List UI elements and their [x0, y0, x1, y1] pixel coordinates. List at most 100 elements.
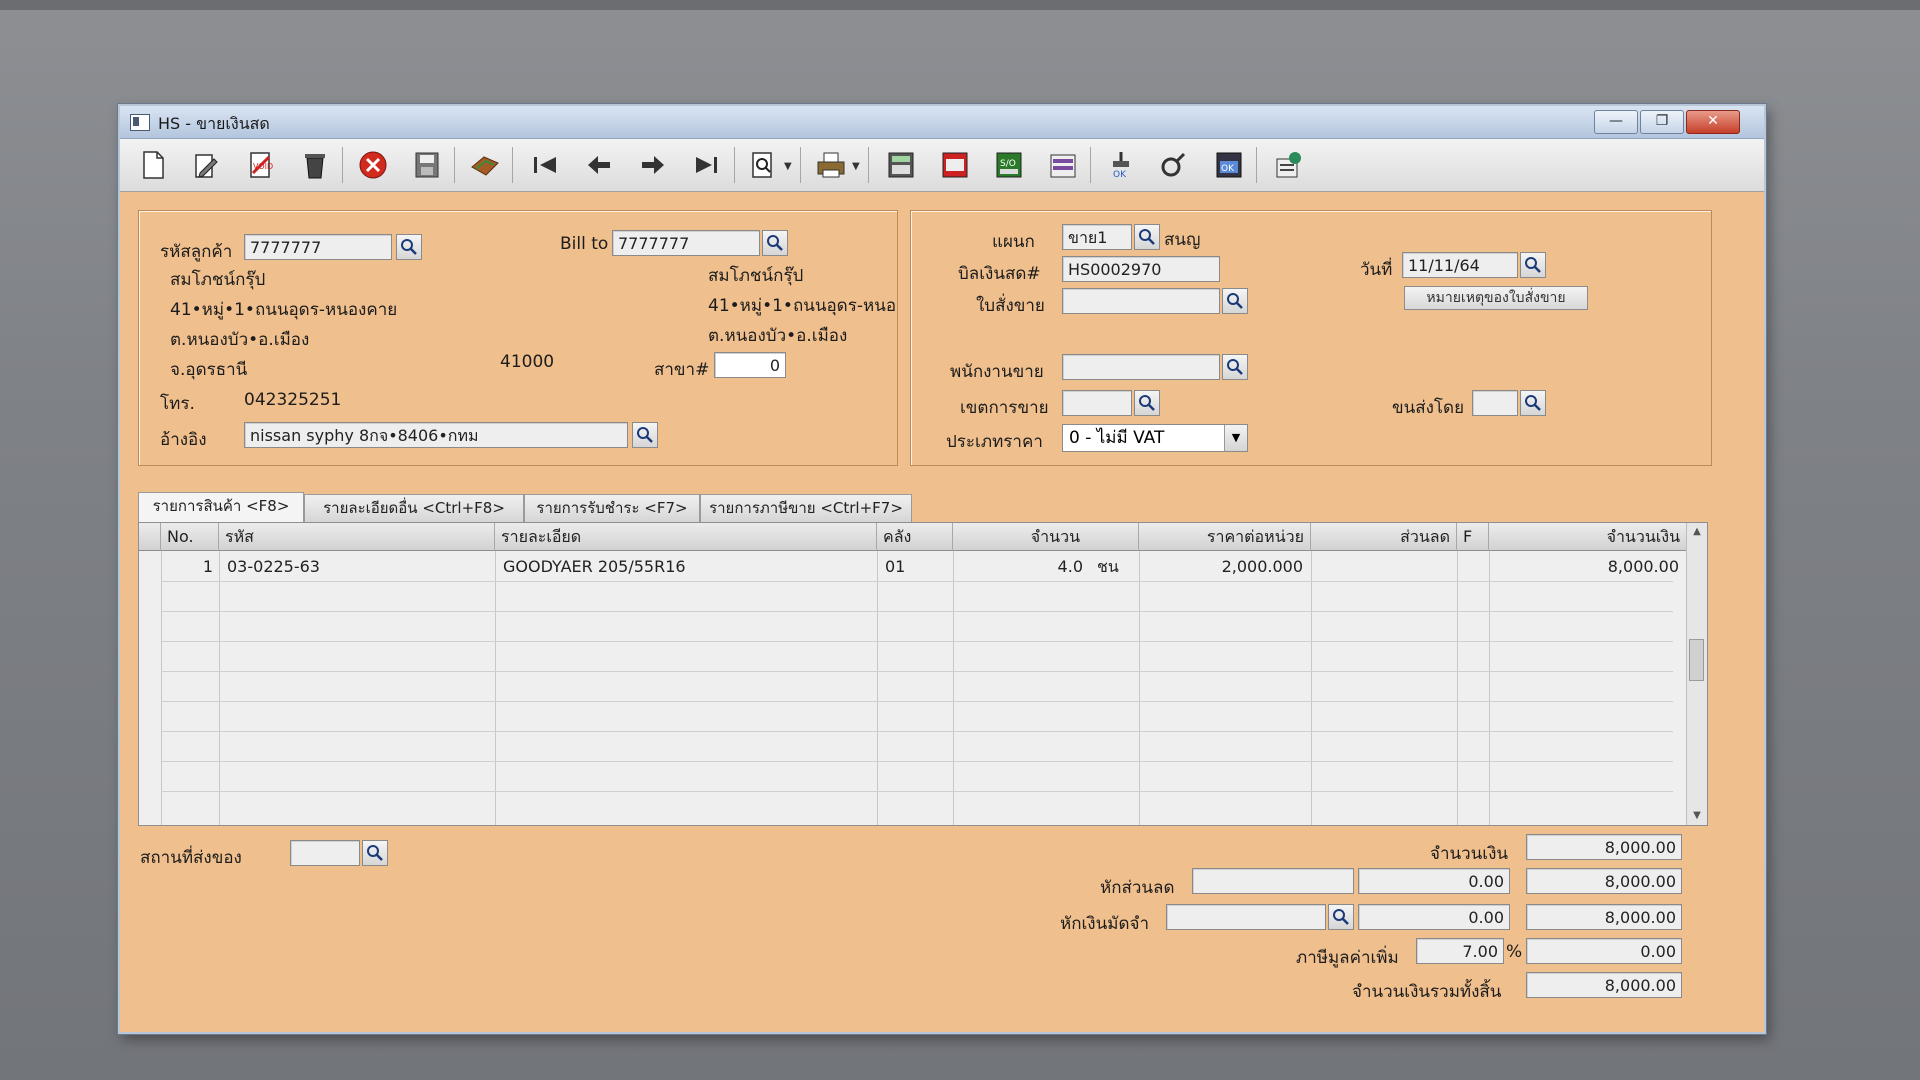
calculator-icon[interactable] — [884, 149, 918, 181]
ship-by-search-icon[interactable] — [1520, 390, 1546, 416]
approve-icon[interactable]: OK — [1104, 149, 1138, 181]
grid-scrollbar[interactable]: ▲ ▼ — [1686, 523, 1707, 825]
preview-dropdown-icon[interactable]: ▼ — [784, 161, 792, 172]
billto-field[interactable]: 7777777 — [612, 230, 760, 256]
row-quantity: 4.0 — [1057, 557, 1083, 576]
last-record-icon[interactable] — [690, 149, 724, 181]
department-search-icon[interactable] — [1134, 224, 1160, 250]
discount-amount-field[interactable]: 0.00 — [1358, 868, 1510, 894]
vat-rate-field[interactable]: 7.00 — [1416, 938, 1504, 964]
billto-label: Bill to — [560, 234, 609, 254]
export-icon[interactable] — [1272, 149, 1306, 181]
next-record-icon[interactable] — [636, 149, 670, 181]
sales-order-note-button[interactable]: หมายเหตุของใบสั่งขาย — [1404, 286, 1588, 310]
customer-code-field[interactable]: 7777777 — [244, 234, 392, 260]
print-icon[interactable] — [814, 149, 848, 181]
row-code: 03-0225-63 — [227, 557, 320, 576]
sales-area-field[interactable] — [1062, 390, 1132, 416]
scroll-thumb[interactable] — [1689, 639, 1704, 681]
window-icon — [130, 114, 150, 131]
after-deposit-field: 8,000.00 — [1526, 904, 1682, 930]
date-picker-icon[interactable] — [1520, 252, 1546, 278]
vat-percent-sign: % — [1506, 942, 1523, 962]
discount-label: หักส่วนลด — [1100, 878, 1175, 898]
price-type-select[interactable]: 0 - ไม่มี VAT ▼ — [1062, 424, 1248, 452]
previous-record-icon[interactable] — [582, 149, 616, 181]
col-header-discount[interactable]: ส่วนลด — [1311, 523, 1457, 551]
bill-number-field[interactable]: HS0002970 — [1062, 256, 1220, 282]
delete-icon[interactable] — [298, 149, 332, 181]
customer-postcode: 41000 — [500, 352, 555, 372]
col-header-no[interactable]: No. — [161, 523, 219, 551]
customer-search-icon[interactable] — [396, 234, 422, 260]
col-header-unit-price[interactable]: ราคาต่อหน่วย — [1139, 523, 1311, 551]
col-header-f[interactable]: F — [1457, 523, 1489, 551]
row-amount: 8,000.00 — [1607, 557, 1679, 576]
minimize-button[interactable]: — — [1594, 110, 1638, 134]
col-header-description[interactable]: รายละเอียด — [495, 523, 877, 551]
tab-other-details[interactable]: รายละเอียดอื่น <Ctrl+F8> — [304, 494, 524, 522]
row-warehouse: 01 — [885, 557, 906, 576]
tab-items[interactable]: รายการสินค้า <F8> — [138, 492, 304, 522]
salesperson-label: พนักงานขาย — [950, 362, 1044, 382]
ok-document-icon[interactable]: OK — [1212, 149, 1246, 181]
reference-search-icon[interactable] — [632, 422, 658, 448]
deposit-label: หักเงินมัดจำ — [1060, 914, 1149, 934]
first-record-icon[interactable] — [528, 149, 562, 181]
so-status-icon[interactable]: S/O — [992, 149, 1026, 181]
col-header-quantity[interactable]: จำนวน — [953, 523, 1139, 551]
salesperson-field[interactable] — [1062, 354, 1220, 380]
deposit-text-field[interactable] — [1166, 904, 1326, 930]
vat-value-field: 0.00 — [1526, 938, 1682, 964]
sales-area-label: เขตการขาย — [960, 398, 1049, 418]
report-icon[interactable] — [1046, 149, 1080, 181]
phone-value: 042325251 — [244, 390, 342, 410]
customer-address-2: ต.หนองบัว•อ.เมือง — [170, 330, 310, 350]
date-field[interactable]: 11/11/64 — [1402, 252, 1518, 278]
price-type-label: ประเภทราคา — [946, 432, 1043, 452]
svg-text:OK: OK — [1221, 164, 1235, 174]
tab-payments[interactable]: รายการรับชำระ <F7> — [524, 494, 700, 522]
deposit-amount-field[interactable]: 0.00 — [1358, 904, 1510, 930]
register-icon[interactable] — [938, 149, 972, 181]
reference-field[interactable]: nissan syphy 8กจ•8406•กทม — [244, 422, 628, 448]
customer-code-label: รหัสลูกค้า — [160, 242, 233, 262]
department-field[interactable]: ขาย1 — [1062, 224, 1132, 250]
save-icon[interactable] — [410, 149, 444, 181]
new-document-icon[interactable] — [136, 149, 170, 181]
svg-text:VOID: VOID — [253, 162, 273, 171]
chevron-down-icon[interactable]: ▼ — [1224, 425, 1247, 451]
salesperson-search-icon[interactable] — [1222, 354, 1248, 380]
deposit-search-icon[interactable] — [1328, 904, 1354, 930]
col-header-amount[interactable]: จำนวนเงิน — [1489, 523, 1687, 551]
sales-area-search-icon[interactable] — [1134, 390, 1160, 416]
svg-text:OK: OK — [1113, 170, 1127, 180]
monitor-bezel — [0, 0, 1920, 10]
copy-icon[interactable] — [468, 149, 502, 181]
department-name: สนญ — [1164, 230, 1201, 250]
void-icon[interactable]: VOID — [244, 149, 278, 181]
row-unit-price: 2,000.000 — [1221, 557, 1303, 576]
tab-sales-tax[interactable]: รายการภาษีขาย <Ctrl+F7> — [700, 494, 912, 522]
close-button[interactable]: ✕ — [1686, 110, 1740, 134]
cancel-icon[interactable] — [356, 149, 390, 181]
ship-place-search-icon[interactable] — [362, 840, 388, 866]
billto-search-icon[interactable] — [762, 230, 788, 256]
col-header-warehouse[interactable]: คลัง — [877, 523, 953, 551]
preview-icon[interactable] — [746, 149, 780, 181]
scroll-down-icon[interactable]: ▼ — [1687, 807, 1707, 825]
ship-by-field[interactable] — [1472, 390, 1518, 416]
print-dropdown-icon[interactable]: ▼ — [852, 161, 860, 172]
customer-address-1: 41•หมู่•1•ถนนอุดร-หนองคาย — [170, 300, 398, 320]
toolbar: VOID ▼ ▼ S/O OK OK — [120, 139, 1764, 192]
ship-place-field[interactable] — [290, 840, 360, 866]
col-header-code[interactable]: รหัส — [219, 523, 495, 551]
lock-icon[interactable] — [1158, 149, 1192, 181]
discount-text-field[interactable] — [1192, 868, 1354, 894]
edit-icon[interactable] — [190, 149, 224, 181]
sales-order-field[interactable] — [1062, 288, 1220, 314]
branch-field[interactable]: 0 — [714, 352, 786, 378]
sales-order-search-icon[interactable] — [1222, 288, 1248, 314]
maximize-button[interactable]: ❐ — [1640, 110, 1684, 134]
scroll-up-icon[interactable]: ▲ — [1687, 523, 1707, 541]
